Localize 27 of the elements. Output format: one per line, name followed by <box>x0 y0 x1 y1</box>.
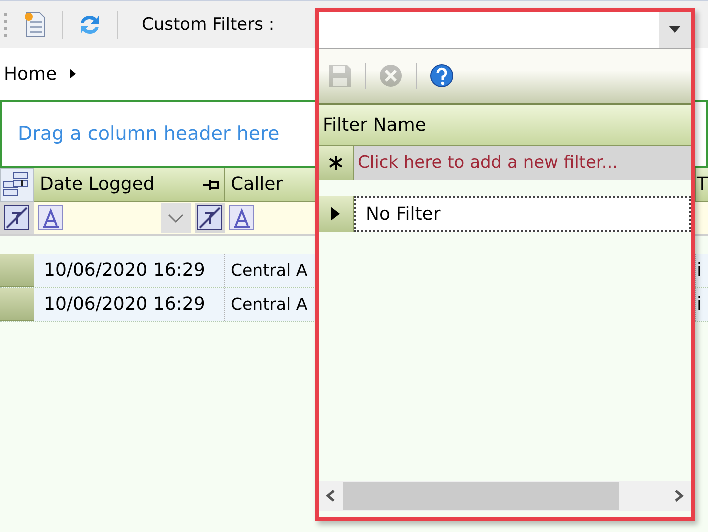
scrollbar-thumb[interactable] <box>343 482 619 510</box>
text-filter-icon[interactable] <box>38 205 64 231</box>
breadcrumb-item[interactable]: Home <box>4 64 58 84</box>
table-cell[interactable]: No Filter <box>354 196 691 232</box>
pin-icon[interactable] <box>202 178 220 190</box>
filter-operator-icon[interactable] <box>0 202 34 234</box>
horizontal-scrollbar[interactable] <box>319 481 691 511</box>
column-header[interactable]: T <box>696 168 708 202</box>
group-hint: Drag a column header here <box>18 123 280 145</box>
table-cell: i <box>696 288 708 321</box>
chevron-down-icon[interactable] <box>161 203 191 233</box>
text-filter-icon[interactable] <box>229 205 255 231</box>
column-header[interactable]: Filter Name <box>319 105 691 146</box>
table-cell: 10/06/2020 16:29 <box>34 254 225 287</box>
table-cell: i <box>696 254 708 287</box>
column-header[interactable]: Date Logged <box>34 168 225 202</box>
new-document-icon[interactable] <box>24 12 48 38</box>
asterisk-icon[interactable] <box>319 146 354 180</box>
column-chooser-icon[interactable] <box>0 168 34 202</box>
row-indicator-icon[interactable] <box>319 196 354 232</box>
grip-icon <box>4 12 8 38</box>
caret-icon[interactable] <box>69 68 78 80</box>
filter-label: Custom Filters : <box>142 14 275 34</box>
help-icon[interactable] <box>429 63 455 89</box>
table-cell: 10/06/2020 16:29 <box>34 288 225 321</box>
dropdown-arrow-icon[interactable] <box>669 26 681 34</box>
filter-operator-icon[interactable] <box>195 203 225 233</box>
